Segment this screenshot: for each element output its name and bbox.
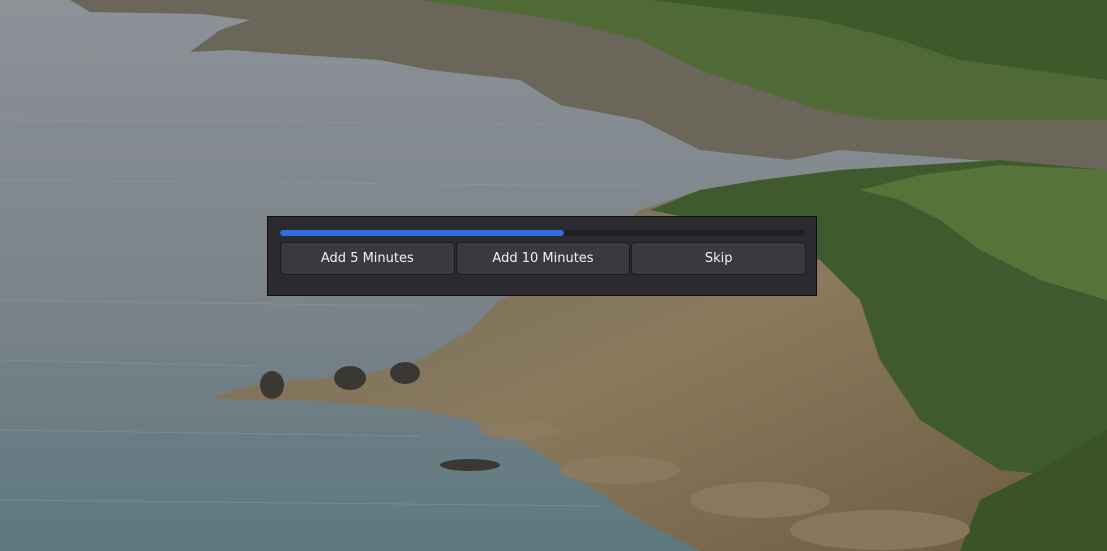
break-progress-fill [280, 230, 564, 236]
break-progress-bar [280, 230, 805, 236]
add-10-minutes-button[interactable]: Add 10 Minutes [455, 242, 631, 275]
break-reminder-dialog: Add 5 Minutes Add 10 Minutes Skip [267, 216, 817, 296]
skip-button[interactable]: Skip [631, 242, 807, 275]
add-5-minutes-button[interactable]: Add 5 Minutes [280, 242, 455, 275]
dialog-button-row: Add 5 Minutes Add 10 Minutes Skip [280, 242, 807, 275]
